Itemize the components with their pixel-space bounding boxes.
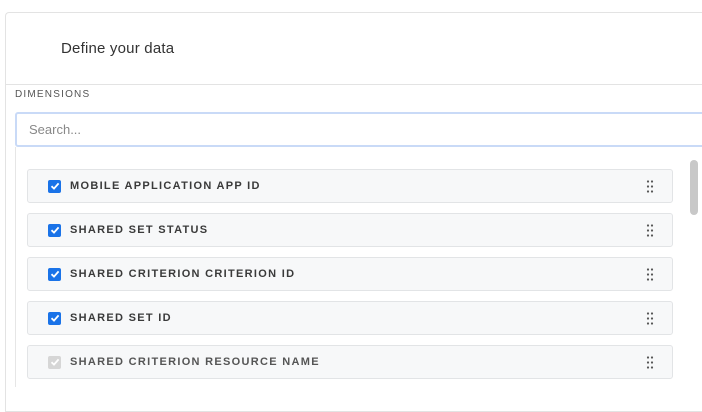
check-icon: [50, 314, 59, 322]
dimension-item[interactable]: SHARED CRITERION RESOURCE NAME: [27, 345, 673, 379]
dimension-label: MOBILE APPLICATION APP ID: [70, 180, 261, 192]
list-scrollbar[interactable]: [690, 160, 698, 215]
dimensions-search-input[interactable]: [15, 112, 702, 147]
dimension-checkbox[interactable]: [48, 179, 61, 193]
dimension-label: SHARED SET ID: [70, 312, 172, 324]
drag-handle-icon[interactable]: [646, 180, 654, 193]
panel-header: Define your data: [6, 13, 702, 85]
dimension-checkbox[interactable]: [48, 223, 61, 237]
check-icon: [50, 226, 59, 234]
dimension-label: SHARED CRITERION CRITERION ID: [70, 268, 296, 280]
dimension-item[interactable]: SHARED SET STATUS: [27, 213, 673, 247]
dimension-checkbox[interactable]: [48, 267, 61, 281]
dimensions-label: DIMENSIONS: [15, 89, 91, 100]
drag-handle-icon[interactable]: [646, 268, 654, 281]
panel-title: Define your data: [61, 40, 175, 57]
drag-handle-icon[interactable]: [646, 356, 654, 369]
check-icon: [50, 182, 59, 190]
dimension-label: SHARED CRITERION RESOURCE NAME: [70, 356, 320, 368]
check-icon: [50, 358, 59, 366]
check-icon: [50, 270, 59, 278]
dimension-item[interactable]: MOBILE APPLICATION APP ID: [27, 169, 673, 203]
drag-handle-icon[interactable]: [646, 312, 654, 325]
dimension-item[interactable]: SHARED SET ID: [27, 301, 673, 335]
dimension-label: SHARED SET STATUS: [70, 224, 209, 236]
dimensions-list: MOBILE APPLICATION APP ID SHARED SET STA…: [15, 147, 697, 387]
drag-handle-icon[interactable]: [646, 224, 654, 237]
dimension-checkbox[interactable]: [48, 311, 61, 325]
dimension-item[interactable]: SHARED CRITERION CRITERION ID: [27, 257, 673, 291]
dimension-checkbox[interactable]: [48, 355, 61, 369]
